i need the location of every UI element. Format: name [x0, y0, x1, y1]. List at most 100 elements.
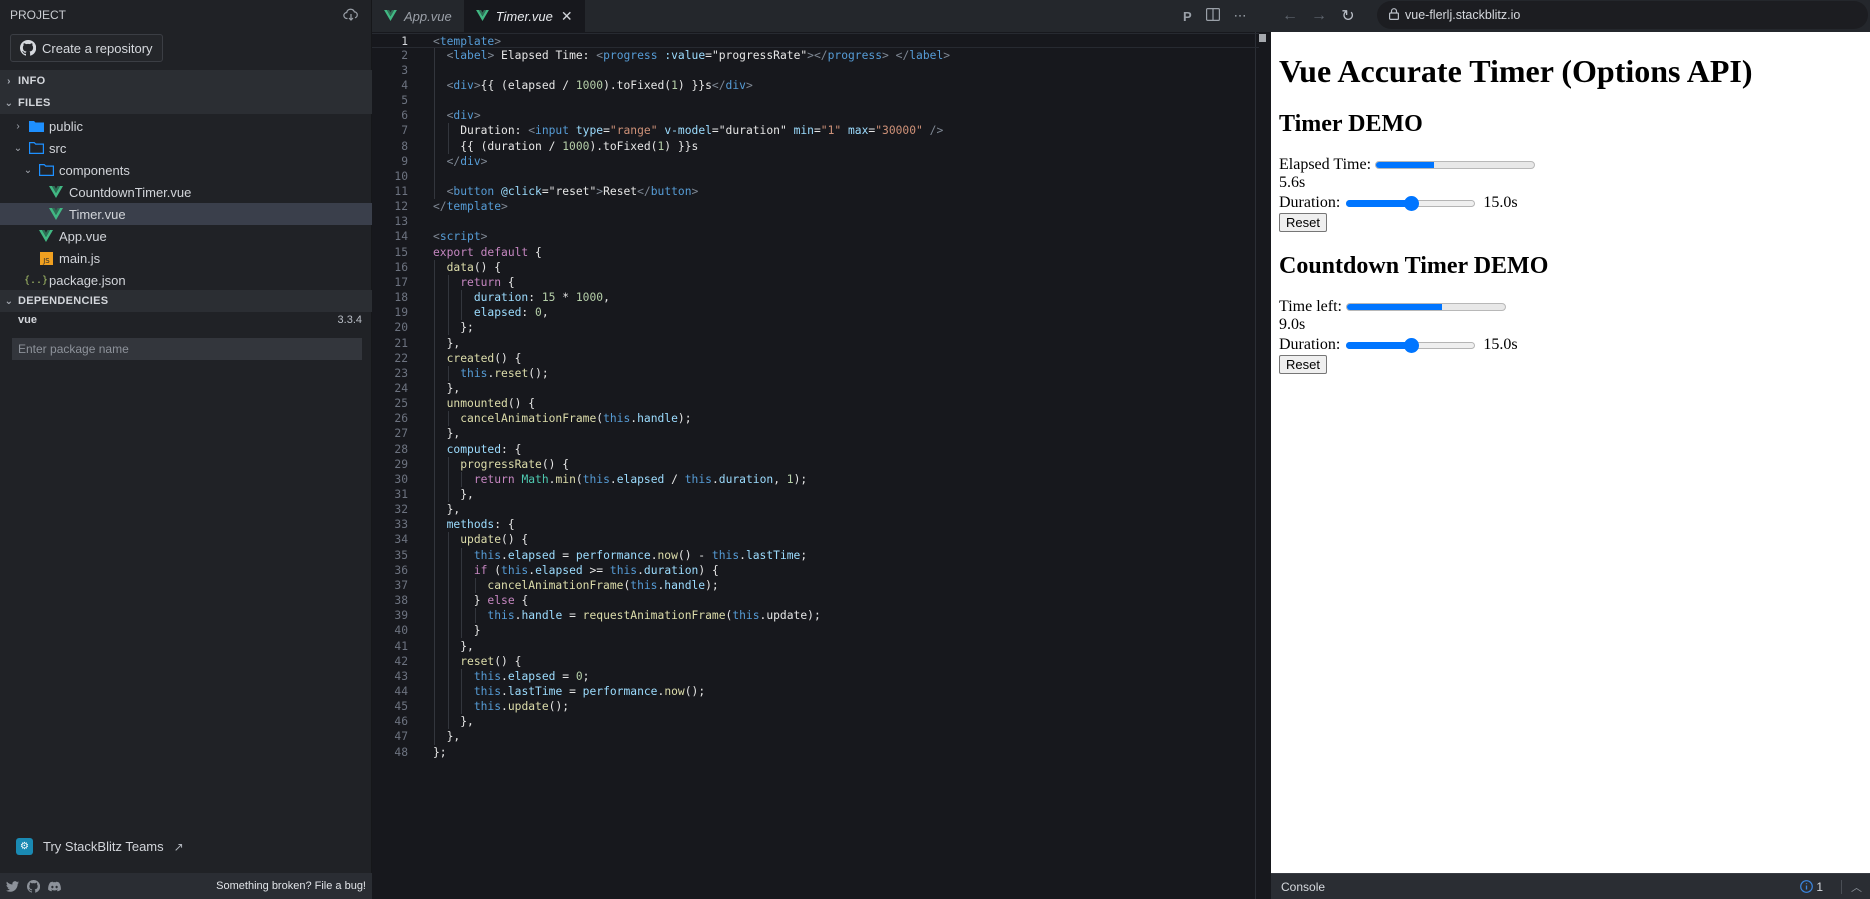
- section-info[interactable]: › INFO: [0, 70, 372, 92]
- code-text: },: [433, 336, 461, 350]
- code-line[interactable]: 26 cancelAnimationFrame(this.handle);: [372, 411, 1259, 426]
- code-line[interactable]: 21 },: [372, 336, 1259, 351]
- code-line[interactable]: 30 return Math.min(this.elapsed / this.d…: [372, 472, 1259, 487]
- time-left-row: Time left:: [1279, 298, 1862, 316]
- url-bar[interactable]: vue-flerlj.stackblitz.io: [1377, 1, 1868, 29]
- code-line[interactable]: 2 <label> Elapsed Time: <progress :value…: [372, 48, 1259, 63]
- code-line[interactable]: 44 this.lastTime = performance.now();: [372, 684, 1259, 699]
- code-line[interactable]: 37 cancelAnimationFrame(this.handle);: [372, 578, 1259, 593]
- code-line[interactable]: 32 },: [372, 502, 1259, 517]
- code-line[interactable]: 27 },: [372, 426, 1259, 441]
- slider-thumb[interactable]: [1403, 196, 1419, 211]
- code-line[interactable]: 28 computed: {: [372, 442, 1259, 457]
- code-line[interactable]: 42 reset() {: [372, 654, 1259, 669]
- code-line[interactable]: 23 this.reset();: [372, 366, 1259, 381]
- code-line[interactable]: 22 created() {: [372, 351, 1259, 366]
- line-number: 47: [394, 730, 408, 744]
- chevron-up-icon[interactable]: ︿: [1851, 879, 1862, 895]
- close-tab-icon[interactable]: ✕: [561, 8, 573, 25]
- tree-item-components[interactable]: ⌄ components: [0, 159, 372, 181]
- more-actions-icon[interactable]: ⋯: [1234, 8, 1247, 24]
- code-line[interactable]: 14 <script>: [372, 229, 1259, 244]
- line-number: 25: [394, 397, 408, 411]
- project-label: PROJECT: [10, 8, 67, 22]
- code-line[interactable]: 9 </div>: [372, 154, 1259, 169]
- tab-timer-vue[interactable]: Timer.vue ✕: [463, 0, 585, 32]
- code-line[interactable]: 48};: [372, 745, 1259, 760]
- code-line[interactable]: 29 progressRate() {: [372, 457, 1259, 472]
- section-info-label: INFO: [18, 75, 46, 87]
- code-line[interactable]: 17 return {: [372, 275, 1259, 290]
- dependency-row[interactable]: vue 3.3.4: [0, 314, 372, 330]
- code-line[interactable]: 34 update() {: [372, 532, 1259, 547]
- slider-thumb[interactable]: [1403, 338, 1419, 353]
- tree-item-main-js[interactable]: JS main.js: [0, 247, 372, 269]
- console-bar[interactable]: Console 1 ︿: [1271, 873, 1870, 899]
- tree-item-src[interactable]: ⌄ src: [0, 137, 372, 159]
- tree-item-countdowntimer-vue[interactable]: CountdownTimer.vue: [0, 181, 372, 203]
- code-line[interactable]: 7 Duration: <input type="range" v-model=…: [372, 123, 1259, 138]
- section-dependencies[interactable]: ⌄ DEPENDENCIES: [0, 290, 372, 312]
- code-line[interactable]: 12 </template>: [372, 199, 1259, 214]
- code-line[interactable]: 13: [372, 214, 1259, 229]
- prettier-format-icon[interactable]: P: [1183, 9, 1192, 24]
- code-line[interactable]: 19 elapsed: 0,: [372, 305, 1259, 320]
- code-line[interactable]: 47 },: [372, 729, 1259, 744]
- code-line[interactable]: 5: [372, 93, 1259, 108]
- tree-item-app-vue[interactable]: App.vue: [0, 225, 372, 247]
- code-line[interactable]: 11 <button @click="reset">Reset</button>: [372, 184, 1259, 199]
- code-line[interactable]: 45 this.update();: [372, 699, 1259, 714]
- code-line[interactable]: 20 };: [372, 320, 1259, 335]
- code-line[interactable]: 8 {{ (duration / 1000).toFixed(1) }}s: [372, 139, 1259, 154]
- split-editor-icon[interactable]: [1205, 8, 1220, 24]
- duration-slider[interactable]: [1346, 195, 1476, 211]
- countdown-reset-button[interactable]: Reset: [1279, 355, 1327, 374]
- console-info-count[interactable]: 1: [1800, 880, 1823, 894]
- code-line[interactable]: 3: [372, 63, 1259, 78]
- code-line[interactable]: 10: [372, 169, 1259, 184]
- tree-item-timer-vue[interactable]: Timer.vue: [0, 203, 372, 225]
- discord-icon[interactable]: [48, 880, 61, 893]
- code-line[interactable]: 36 if (this.elapsed >= this.duration) {: [372, 563, 1259, 578]
- tree-item-public[interactable]: › public: [0, 115, 372, 137]
- code-line[interactable]: 38 } else {: [372, 593, 1259, 608]
- tree-item-package-json[interactable]: {..} package.json: [0, 269, 372, 291]
- back-icon[interactable]: ←: [1280, 6, 1300, 26]
- code-line[interactable]: 33 methods: {: [372, 517, 1259, 532]
- code-text: if (this.elapsed >= this.duration) {: [473, 563, 719, 577]
- line-number: 36: [394, 563, 408, 577]
- countdown-duration-slider[interactable]: [1346, 337, 1476, 353]
- code-line[interactable]: 31 },: [372, 487, 1259, 502]
- section-files[interactable]: ⌄ FILES: [0, 92, 372, 114]
- package-name-input[interactable]: [12, 338, 362, 360]
- reload-icon[interactable]: ↻: [1338, 6, 1358, 26]
- github-icon[interactable]: [27, 879, 40, 893]
- cloud-download-icon[interactable]: [343, 7, 359, 23]
- code-line[interactable]: 25 unmounted() {: [372, 396, 1259, 411]
- code-line[interactable]: 46 },: [372, 714, 1259, 729]
- line-number: 43: [394, 669, 408, 683]
- code-line[interactable]: 18 duration: 15 * 1000,: [372, 290, 1259, 305]
- code-editor[interactable]: 1 <template> 2 <label> Elapsed Time: <prog…: [372, 32, 1271, 899]
- code-line[interactable]: 41 },: [372, 639, 1259, 654]
- code-line[interactable]: 43 this.elapsed = 0;: [372, 669, 1259, 684]
- twitter-icon[interactable]: [6, 880, 19, 893]
- code-line[interactable]: 1 <template>: [372, 32, 1259, 48]
- code-line[interactable]: 4 <div>{{ (elapsed / 1000).toFixed(1) }}…: [372, 78, 1259, 93]
- code-line[interactable]: 15 export default {: [372, 245, 1259, 260]
- tab-app-vue[interactable]: App.vue: [372, 0, 464, 32]
- forward-icon[interactable]: →: [1309, 6, 1329, 26]
- code-line[interactable]: 40 }: [372, 623, 1259, 638]
- try-teams-link[interactable]: ⚙ Try StackBlitz Teams ↗: [16, 838, 184, 855]
- code-text: <label> Elapsed Time: <progress :value="…: [446, 48, 951, 62]
- code-line[interactable]: 35 this.elapsed = performance.now() - th…: [372, 548, 1259, 563]
- scrollbar-thumb[interactable]: [1259, 34, 1266, 42]
- timer-reset-button[interactable]: Reset: [1279, 213, 1327, 232]
- code-line[interactable]: 24 },: [372, 381, 1259, 396]
- time-left-progress-bar: [1345, 303, 1506, 311]
- code-line[interactable]: 16 data() {: [372, 260, 1259, 275]
- file-bug-link[interactable]: Something broken? File a bug!: [216, 880, 366, 892]
- code-line[interactable]: 6 <div>: [372, 108, 1259, 123]
- code-line[interactable]: 39 this.handle = requestAnimationFrame(t…: [372, 608, 1259, 623]
- create-repository-button[interactable]: Create a repository: [10, 34, 163, 62]
